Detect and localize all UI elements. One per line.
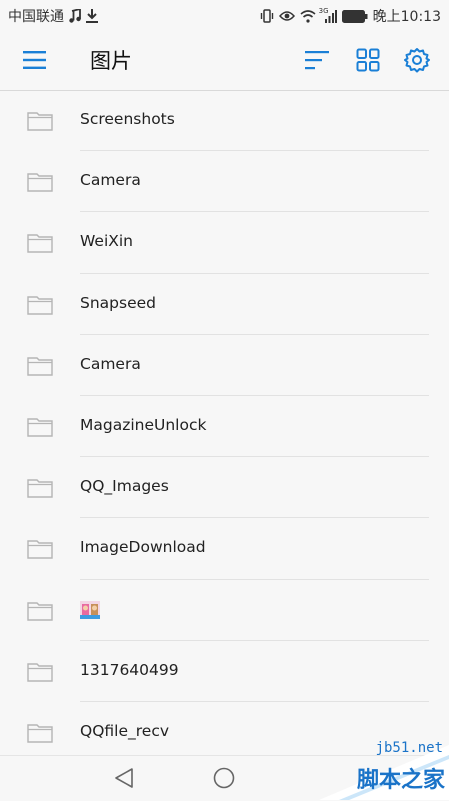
folder-row[interactable]: ImageDownload [0,518,449,580]
folder-name: MagazineUnlock [80,415,207,434]
carrier-name: 中国联通 [8,9,64,25]
folder-row[interactable]: Snapseed [0,274,449,335]
folder-row[interactable]: MagazineUnlock [0,396,449,458]
folder-name: 1317640499 [80,660,179,679]
settings-icon [404,48,430,73]
page-title: 图片 [90,49,132,73]
folder-icon [27,540,53,560]
home-icon [213,767,235,789]
grid-view-button[interactable] [356,48,380,72]
folder-name: QQfile_recv [80,721,170,740]
folder-icon [27,112,53,131]
folder-icon [27,418,53,437]
wifi-icon [300,9,316,23]
folder-name: QQ_Images [80,477,169,496]
folder-row[interactable]: Camera [0,151,449,213]
folder-name: Snapseed [80,293,156,312]
back-button[interactable] [112,767,136,789]
battery-icon [341,9,368,23]
folder-icon [27,662,53,682]
folder-row[interactable]: WeiXin [0,212,449,274]
status-bar-right: 3G 晚上10:13 [260,6,441,26]
folder-icon [27,601,53,621]
folder-name: Camera [80,354,141,373]
folder-icon [27,724,53,743]
folder-row[interactable]: Screenshots [0,90,449,152]
home-button[interactable] [213,767,235,789]
sort-button[interactable] [304,48,330,72]
emoji-thumbnail-icon [80,600,100,619]
status-bar: 中国联通 3G 晚上10:13 [0,0,449,32]
folder-name: Screenshots [80,110,175,128]
music-note-icon [69,9,81,23]
folder-name: WeiXin [80,232,134,251]
folder-row[interactable]: QQ_Images [0,457,449,519]
folder-row[interactable]: QQfile_recv [0,702,449,755]
folder-row[interactable] [0,580,449,641]
signal-icon: 3G [318,6,337,23]
sort-icon [305,51,329,70]
folder-row[interactable]: Camera [0,335,449,396]
folder-icon [27,479,53,498]
status-bar-left: 中国联通 [8,6,98,26]
back-icon [115,768,133,788]
eye-icon [278,10,295,22]
folder-name: ImageDownload [80,538,206,557]
app-bar: 图片 [0,32,449,91]
folder-icon [27,357,53,376]
folder-icon [27,295,53,315]
grid-view-icon [356,48,380,72]
nav-bar [0,755,449,801]
menu-icon [23,51,46,69]
folder-icon [27,173,53,192]
vibrate-icon [260,9,274,23]
folder-list: Screenshots Camera WeiXin Snapseed Camer… [0,90,449,755]
network-type: 3G [318,6,329,15]
menu-button[interactable] [22,49,48,71]
folder-name: Camera [80,171,141,190]
download-icon [86,9,98,23]
clock: 晚上10:13 [372,9,441,25]
folder-row[interactable]: 1317640499 [0,641,449,702]
folder-icon [27,234,53,254]
settings-button[interactable] [404,47,430,73]
